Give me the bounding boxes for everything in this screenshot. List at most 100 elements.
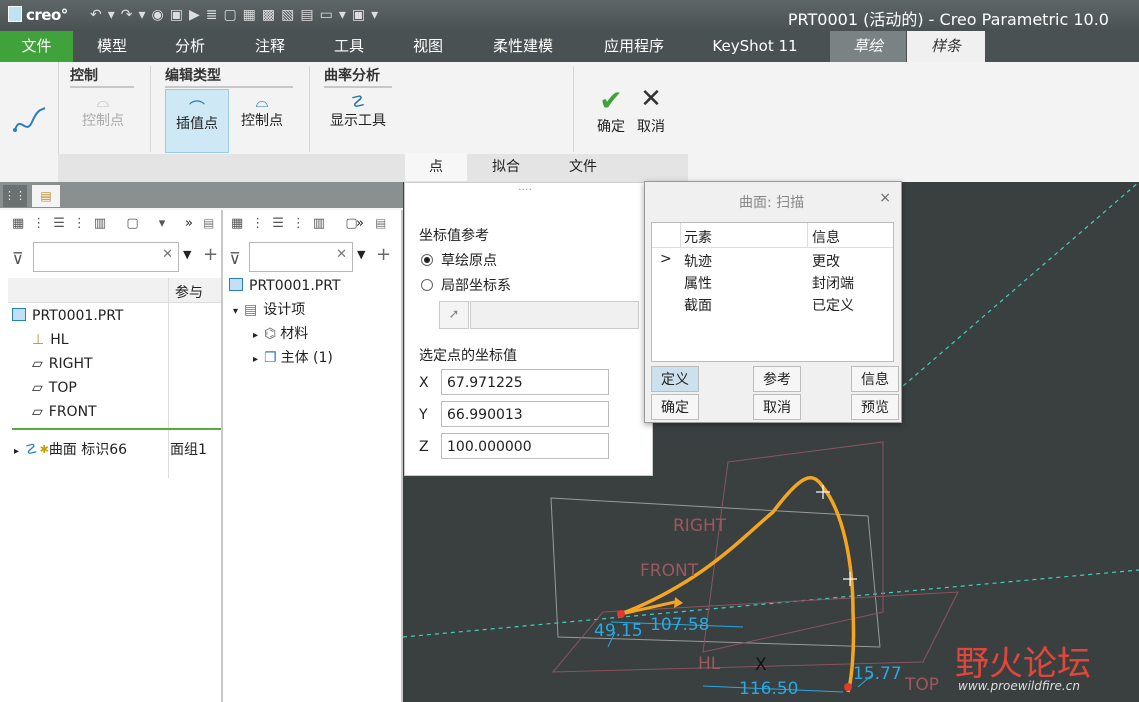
search-dropdown-icon[interactable]: ▼ (183, 248, 191, 261)
local-csys-collector[interactable] (470, 301, 639, 329)
collapse-icon[interactable]: ▾ (233, 306, 238, 317)
spline-tool-icon (13, 107, 46, 132)
table-row[interactable]: 属性 封闭端 (652, 271, 893, 293)
new-feature-icon: ✱ (39, 443, 49, 456)
interpolation-point-icon: ⌒ (188, 99, 205, 118)
control-point-icon: ⌓ (96, 92, 110, 111)
tree-item-top[interactable]: ▱ TOP (32, 376, 77, 400)
expand-icon[interactable]: ▸ (14, 446, 19, 457)
expand-icon[interactable]: ▸ (253, 354, 258, 365)
define-button[interactable]: 定义 (651, 366, 699, 392)
info-button[interactable]: 信息 (851, 366, 899, 392)
add-icon[interactable]: + (203, 244, 218, 265)
add-icon[interactable]: + (376, 244, 391, 265)
dimension-15-77[interactable]: 15.77 (853, 664, 902, 684)
dialog-title: 曲面: 扫描 (739, 195, 805, 211)
y-coordinate-input[interactable]: 66.990013 (441, 401, 609, 427)
group-title-edit-type: 编辑类型 (165, 68, 221, 84)
group-title-control: 控制 (70, 68, 98, 84)
radio-sketch-origin[interactable]: 草绘原点 (421, 250, 497, 270)
tab-sketch[interactable]: 草绘 (830, 31, 906, 62)
curvature-icon: ☡ (350, 92, 366, 111)
tree-item-front[interactable]: ▱ FRONT (32, 400, 97, 424)
quick-access-toolbar[interactable]: ↶▾↷▾◉▣▶≣▢▦▩▧▤▭▾▣▾ (90, 7, 384, 23)
tree-feature-surface[interactable]: ▸ ☡ ✱曲面 标识66 (14, 438, 127, 462)
table-row[interactable]: > 轨迹 更改 (652, 249, 893, 271)
tree-item-right[interactable]: ▱ RIGHT (32, 352, 93, 376)
spline-start-point (617, 610, 625, 618)
points-panel: ···· 坐标值参考 草绘原点 局部坐标系 ➚ 选定点的坐标值 X 67.971… (404, 182, 653, 476)
model-tree-toolbar[interactable]: ▦⋮☰⋮▥ ▢ ▾ (12, 216, 173, 231)
control-point-button[interactable]: ⌓ 控制点 (231, 92, 293, 130)
show-tool-button[interactable]: ☡ 显示工具 (324, 92, 392, 130)
clear-icon[interactable]: ✕ (336, 247, 347, 262)
dimension-116-50[interactable]: 116.50 (739, 679, 798, 699)
z-coordinate-input[interactable]: 100.000000 (441, 433, 609, 459)
clear-icon[interactable]: ✕ (162, 247, 173, 262)
dimension-49-15[interactable]: 49.15 (594, 621, 643, 641)
tab-view[interactable]: 视图 (393, 31, 463, 62)
more-icon[interactable]: » (185, 216, 193, 231)
more-icon[interactable]: » (356, 216, 364, 231)
close-icon[interactable]: × (879, 190, 891, 206)
feature-ref-cell: 面组1 (170, 442, 207, 458)
tab-analysis[interactable]: 分析 (155, 31, 225, 62)
panel-grip-icon[interactable]: ···· (518, 183, 532, 196)
dimension-107-58[interactable]: 107.58 (650, 615, 709, 635)
tab-flexible-modeling[interactable]: 柔性建模 (478, 31, 568, 62)
tab-spline[interactable]: 样条 (907, 31, 985, 62)
tab-keyshot[interactable]: KeyShot 11 (698, 31, 812, 62)
subtab-points[interactable]: 点 (405, 153, 467, 181)
elements-table: 元素 信息 > 轨迹 更改 属性 封闭端 截面 已定义 (651, 222, 894, 362)
design-tree-search-input[interactable]: ✕ (249, 242, 353, 272)
dialog-title-bar[interactable]: 曲面: 扫描 × (645, 182, 901, 216)
coord-ref-title: 坐标值参考 (419, 228, 489, 244)
model-tree-search-input[interactable]: ✕ (33, 242, 179, 272)
select-cursor-icon[interactable]: ➚ (439, 301, 469, 329)
radio-local-csys[interactable]: 局部坐标系 (421, 275, 511, 295)
settings-icon[interactable]: ▤ (375, 216, 386, 230)
plane-icon: ▱ (32, 356, 43, 372)
tab-file[interactable]: 文件 (0, 31, 73, 62)
preview-button[interactable]: 预览 (851, 394, 899, 420)
model-tree-tab-icon[interactable]: ⋮⋮ (3, 185, 27, 207)
design-items-node[interactable]: ▾ ▤ 设计项 (233, 298, 305, 322)
x-coordinate-input[interactable]: 67.971225 (441, 369, 609, 395)
tree-root[interactable]: PRT0001.PRT (12, 304, 124, 328)
references-button[interactable]: 参考 (753, 366, 801, 392)
design-tree-toolbar[interactable]: ▦⋮☰⋮▥ ▢ (231, 216, 366, 231)
expand-icon[interactable]: ▸ (253, 330, 258, 341)
design-tree-root[interactable]: PRT0001.PRT (229, 274, 341, 298)
material-icon: ⌬ (264, 326, 277, 342)
interpolation-point-button[interactable]: ⌒ 插值点 (165, 89, 229, 153)
tree-item-hl[interactable]: ⊥ HL (32, 328, 69, 352)
ok-button[interactable]: ✔ 确定 (592, 84, 630, 136)
insert-indicator[interactable] (12, 428, 221, 430)
filter-icon[interactable]: ⊽ (12, 249, 24, 268)
window-title: PRT0001 (活动的) - Creo Parametric 10.0 (787, 10, 1109, 29)
title-bar: creo° ↶▾↷▾◉▣▶≣▢▦▩▧▤▭▾▣▾ PRT0001 (活动的) - … (0, 0, 1139, 31)
dialog-ok-button[interactable]: 确定 (651, 394, 699, 420)
settings-icon[interactable]: ▤ (203, 216, 214, 230)
dialog-cancel-button[interactable]: 取消 (753, 394, 801, 420)
table-row[interactable]: 截面 已定义 (652, 293, 893, 315)
tab-model[interactable]: 模型 (78, 31, 146, 62)
design-items-icon: ▤ (244, 302, 258, 318)
subtab-file[interactable]: 文件 (546, 153, 620, 181)
control-point-button-disabled[interactable]: ⌓ 控制点 (72, 92, 134, 130)
tab-tools[interactable]: 工具 (314, 31, 384, 62)
tab-applications[interactable]: 应用程序 (590, 31, 678, 62)
body-node[interactable]: ▸ ❐ 主体 (1) (253, 346, 333, 370)
y-label: Y (419, 407, 428, 423)
tab-annotation[interactable]: 注释 (236, 31, 304, 62)
folder-browser-tab-icon[interactable]: ▤ (32, 185, 60, 207)
subtab-fit[interactable]: 拟合 (470, 153, 542, 181)
material-node[interactable]: ▸ ⌬ 材料 (253, 322, 308, 346)
z-label: Z (419, 439, 429, 455)
search-dropdown-icon[interactable]: ▼ (357, 248, 365, 261)
group-title-curvature: 曲率分析 (324, 68, 380, 84)
cancel-button[interactable]: ✕ 取消 (632, 84, 670, 136)
watermark-url: www.proewildfire.cn (958, 679, 1080, 693)
design-tree-pane: ▦⋮☰⋮▥ ▢ » ▤ ⊽ ✕ ▼ + PRT0001.PRT ▾ ▤ 设计项 ▸ ⌬… (223, 210, 403, 702)
filter-icon[interactable]: ⊽ (229, 249, 241, 268)
